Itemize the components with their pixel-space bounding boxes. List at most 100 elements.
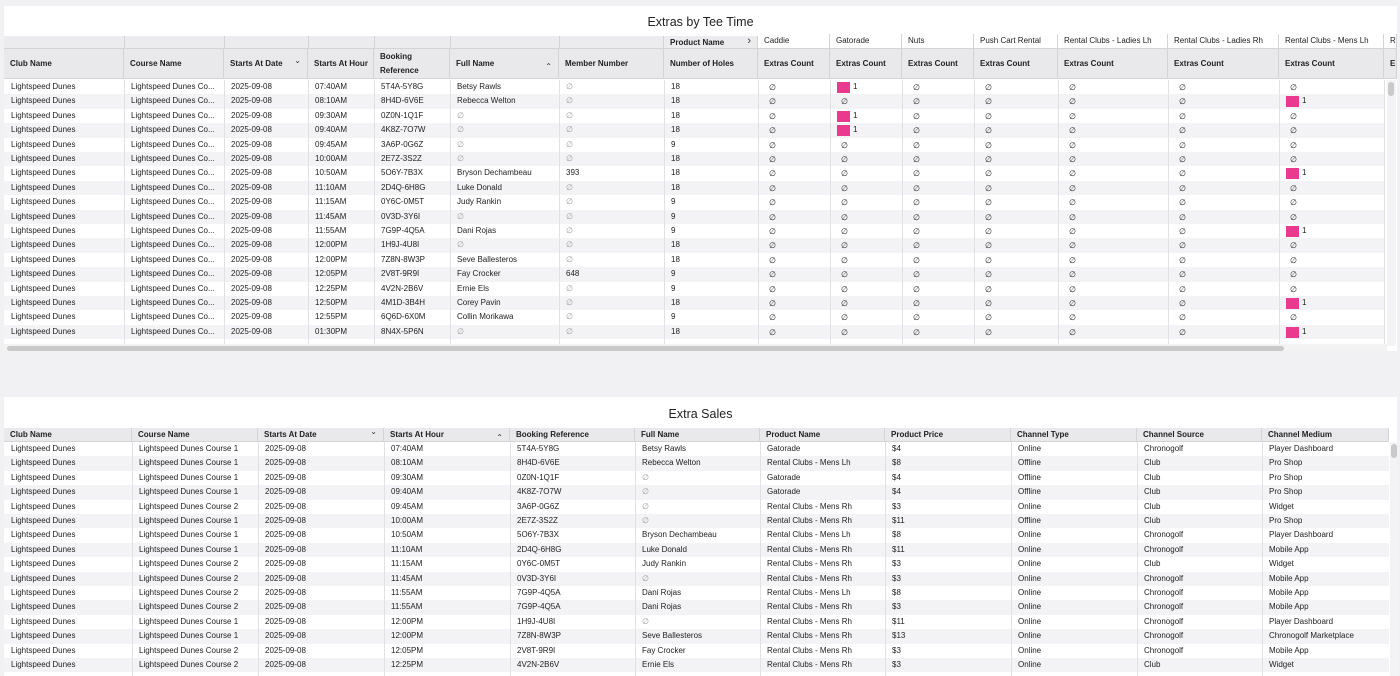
column-divider[interactable] bbox=[1058, 80, 1059, 351]
table-cell[interactable]: 2025-09-08 bbox=[258, 572, 384, 586]
null-icon[interactable]: ∅ bbox=[1279, 123, 1384, 138]
table-cell[interactable]: 2025-09-08 bbox=[224, 166, 308, 180]
table-cell[interactable]: 11:10AM bbox=[308, 181, 374, 195]
table-cell[interactable]: Lightspeed Dunes bbox=[4, 123, 124, 137]
column-divider[interactable] bbox=[1137, 442, 1138, 676]
table-cell[interactable]: Lightspeed Dunes Course 2 bbox=[132, 500, 258, 514]
table-cell[interactable]: Lightspeed Dunes bbox=[4, 210, 124, 224]
column-divider[interactable] bbox=[132, 442, 133, 676]
table-row[interactable]: Lightspeed Dunes Lightspeed Dunes Co... 20… bbox=[4, 94, 1384, 109]
table-cell[interactable]: 9 bbox=[664, 138, 758, 152]
table-cell[interactable]: Betsy Rawls bbox=[450, 80, 559, 94]
null-icon[interactable]: ∅ bbox=[902, 253, 974, 268]
table-cell[interactable]: 2025-09-08 bbox=[224, 282, 308, 296]
table-cell[interactable]: Lightspeed Dunes bbox=[4, 615, 132, 629]
null-icon[interactable]: ∅ bbox=[1058, 224, 1168, 239]
null-icon[interactable]: ∅ bbox=[1058, 123, 1168, 138]
table-cell[interactable]: Rental Clubs - Mens Rh bbox=[760, 600, 885, 614]
null-icon[interactable]: ∅ bbox=[559, 80, 664, 94]
table-cell[interactable]: Online bbox=[1011, 528, 1137, 542]
column-divider[interactable] bbox=[1262, 442, 1263, 676]
table-cell[interactable]: Pro Shop bbox=[1262, 485, 1389, 499]
table-cell[interactable]: 9 bbox=[664, 210, 758, 224]
column-divider[interactable] bbox=[450, 80, 451, 351]
table-cell[interactable]: Bryson Dechambeau bbox=[450, 166, 559, 180]
table-cell[interactable]: $8 bbox=[885, 586, 1011, 600]
null-icon[interactable]: ∅ bbox=[1279, 253, 1384, 268]
table-cell[interactable]: Lightspeed Dunes Course 2 bbox=[132, 644, 258, 658]
table-cell[interactable]: 7Z8N-8W3P bbox=[510, 629, 635, 643]
horizontal-scrollbar[interactable] bbox=[4, 344, 1387, 351]
null-icon[interactable]: ∅ bbox=[559, 282, 664, 296]
table-cell[interactable]: 4V2N-2B6V bbox=[510, 658, 635, 672]
header-full-name[interactable]: Full Name bbox=[635, 428, 760, 442]
table-cell[interactable]: Lightspeed Dunes bbox=[4, 253, 124, 267]
table-row[interactable]: Lightspeed Dunes Lightspeed Dunes Course … bbox=[4, 528, 1389, 542]
table-cell[interactable]: Rental Clubs - Mens Rh bbox=[760, 572, 885, 586]
table-cell[interactable]: 2025-09-08 bbox=[258, 557, 384, 571]
table-cell[interactable]: 2025-09-08 bbox=[258, 543, 384, 557]
null-icon[interactable]: ∅ bbox=[1058, 152, 1168, 167]
table-row[interactable]: Lightspeed Dunes Lightspeed Dunes Course … bbox=[4, 615, 1389, 629]
column-divider[interactable] bbox=[384, 442, 385, 676]
table-row[interactable]: Lightspeed Dunes Lightspeed Dunes Course … bbox=[4, 600, 1389, 615]
null-icon[interactable]: ∅ bbox=[974, 152, 1058, 167]
sort-desc-icon[interactable]: ⌄ bbox=[294, 49, 301, 76]
table-cell[interactable]: 3A6P-0G6Z bbox=[374, 138, 450, 152]
table-cell[interactable]: 07:40AM bbox=[384, 442, 510, 456]
table-cell[interactable]: Online bbox=[1011, 586, 1137, 600]
null-icon[interactable]: ∅ bbox=[974, 253, 1058, 268]
table-cell[interactable]: 10:00AM bbox=[308, 152, 374, 166]
table-row[interactable]: Lightspeed Dunes Lightspeed Dunes Course … bbox=[4, 644, 1389, 658]
table-cell[interactable]: 8H4D-6V6E bbox=[510, 456, 635, 470]
table-cell[interactable]: Offline bbox=[1011, 471, 1137, 485]
null-icon[interactable]: ∅ bbox=[1168, 267, 1279, 282]
table-cell[interactable]: Lightspeed Dunes bbox=[4, 282, 124, 296]
null-icon[interactable]: ∅ bbox=[1168, 325, 1279, 340]
null-icon[interactable]: ∅ bbox=[1279, 181, 1384, 196]
null-icon[interactable]: ∅ bbox=[559, 253, 664, 267]
column-divider[interactable] bbox=[559, 80, 560, 351]
null-icon[interactable]: ∅ bbox=[1058, 210, 1168, 225]
null-icon[interactable]: ∅ bbox=[974, 325, 1058, 340]
table-cell[interactable]: 4K8Z-7O7W bbox=[374, 123, 450, 137]
null-icon[interactable]: ∅ bbox=[758, 138, 830, 153]
table-cell[interactable]: Rental Clubs - Mens Rh bbox=[760, 658, 885, 672]
table-cell[interactable]: Lightspeed Dunes Co... bbox=[124, 267, 224, 281]
null-icon[interactable]: ∅ bbox=[830, 238, 902, 253]
table-cell[interactable]: Widget bbox=[1262, 557, 1389, 571]
table-cell[interactable]: Corey Pavin bbox=[450, 296, 559, 310]
null-icon[interactable]: ∅ bbox=[830, 94, 902, 109]
extras-count-cell[interactable]: 1 bbox=[1279, 166, 1384, 180]
table-cell[interactable]: 09:45AM bbox=[384, 500, 510, 514]
null-icon[interactable]: ∅ bbox=[974, 181, 1058, 196]
sort-asc-icon[interactable]: ⌃ bbox=[545, 52, 552, 78]
null-icon[interactable]: ∅ bbox=[758, 123, 830, 138]
null-icon[interactable]: ∅ bbox=[635, 471, 760, 485]
table-cell[interactable]: Ernie Els bbox=[450, 282, 559, 296]
null-icon[interactable]: ∅ bbox=[635, 500, 760, 514]
null-icon[interactable]: ∅ bbox=[450, 152, 559, 166]
null-icon[interactable]: ∅ bbox=[974, 310, 1058, 325]
table-cell[interactable]: 12:00PM bbox=[308, 253, 374, 267]
null-icon[interactable]: ∅ bbox=[1058, 195, 1168, 210]
table-cell[interactable]: 08:10AM bbox=[384, 456, 510, 470]
null-icon[interactable]: ∅ bbox=[1168, 94, 1279, 109]
table-cell[interactable]: $3 bbox=[885, 500, 1011, 514]
null-icon[interactable]: ∅ bbox=[450, 210, 559, 224]
table-cell[interactable]: 2025-09-08 bbox=[224, 296, 308, 310]
table-cell[interactable]: Club bbox=[1137, 500, 1262, 514]
table-cell[interactable]: 2025-09-08 bbox=[258, 500, 384, 514]
table-cell[interactable]: Widget bbox=[1262, 500, 1389, 514]
table-cell[interactable]: 2E7Z-3S2Z bbox=[374, 152, 450, 166]
table-cell[interactable]: Lightspeed Dunes bbox=[4, 325, 124, 339]
table-row[interactable]: Lightspeed Dunes Lightspeed Dunes Co... 20… bbox=[4, 224, 1384, 238]
null-icon[interactable]: ∅ bbox=[830, 195, 902, 210]
column-divider[interactable] bbox=[224, 80, 225, 351]
table-cell[interactable]: $8 bbox=[885, 456, 1011, 470]
table-cell[interactable]: Online bbox=[1011, 572, 1137, 586]
table-cell[interactable]: Collin Morikawa bbox=[450, 310, 559, 324]
table-cell[interactable]: Club bbox=[1137, 557, 1262, 571]
null-icon[interactable]: ∅ bbox=[559, 123, 664, 137]
table-row[interactable]: Lightspeed Dunes Lightspeed Dunes Course … bbox=[4, 500, 1389, 514]
